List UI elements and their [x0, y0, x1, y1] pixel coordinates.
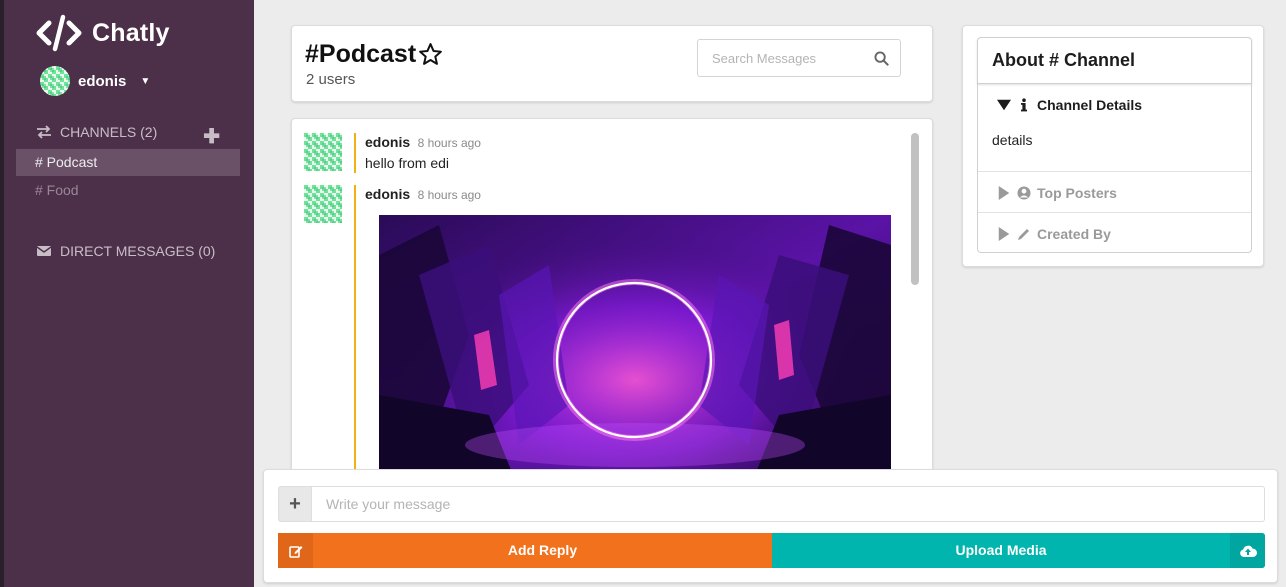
add-reply-label: Add Reply [507, 542, 578, 558]
channel-title: #Podcast [305, 40, 443, 69]
upload-media-label: Upload Media [955, 542, 1047, 558]
message-image[interactable] [379, 215, 891, 477]
avatar [304, 133, 342, 171]
channel-item-podcast[interactable]: # Podcast [16, 149, 240, 176]
message-accent-bar [354, 185, 356, 477]
channel-header: #Podcast 2 users [291, 25, 933, 102]
search-icon[interactable] [874, 51, 889, 66]
channel-title-text: #Podcast [305, 40, 417, 68]
add-channel-icon[interactable]: ✚ [203, 124, 220, 149]
sidebar: Chatly edonis ▼ CHANNELS (2) ✚ # Podcast… [4, 0, 254, 587]
channel-details-text: details [992, 132, 1033, 148]
message-meta: edonis 8 hours ago [365, 186, 481, 204]
accordion-created-by[interactable]: Created By [978, 225, 1251, 243]
add-attachment-button[interactable]: + [278, 486, 312, 522]
envelope-icon [36, 246, 52, 256]
brand: Chatly [36, 14, 170, 52]
user-circle-icon [1017, 186, 1031, 200]
caret-down-icon [997, 99, 1011, 111]
message-time: 8 hours ago [417, 136, 481, 150]
cloud-upload-icon [1230, 533, 1265, 568]
upload-media-button[interactable]: Upload Media [772, 533, 1265, 568]
scrollbar-thumb[interactable] [911, 133, 919, 285]
direct-messages-label: DIRECT MESSAGES (0) [60, 243, 216, 259]
edit-icon [278, 533, 313, 568]
channels-header: CHANNELS (2) [36, 124, 157, 140]
message-text: hello from edi [365, 155, 450, 171]
pencil-icon [1018, 229, 1029, 240]
channel-accordion: Channel Details details Top Posters Crea… [977, 84, 1252, 253]
avatar [304, 185, 342, 223]
divider [978, 212, 1251, 213]
plus-icon: + [289, 492, 301, 515]
direct-messages-header: DIRECT MESSAGES (0) [36, 243, 215, 259]
message-accent-bar [354, 133, 356, 173]
avatar [40, 66, 70, 96]
accordion-label: Top Posters [1037, 185, 1117, 201]
message-composer: + Add Reply Upload Media [263, 469, 1278, 583]
divider [978, 171, 1251, 172]
app-title: Chatly [92, 18, 170, 47]
caret-right-icon [998, 227, 1010, 241]
message-input[interactable] [312, 487, 1264, 521]
message-time: 8 hours ago [417, 188, 481, 202]
star-icon[interactable] [418, 42, 443, 67]
accordion-label: Channel Details [1037, 97, 1143, 113]
messages-panel: edonis 8 hours ago hello from edi edonis… [291, 118, 933, 478]
exchange-icon [37, 125, 51, 139]
channels-label: CHANNELS (2) [60, 124, 158, 140]
message-author[interactable]: edonis [365, 134, 410, 150]
add-reply-button[interactable]: Add Reply [278, 533, 772, 568]
accordion-top-posters[interactable]: Top Posters [978, 184, 1251, 202]
search-input[interactable] [698, 40, 858, 76]
accordion-channel-details[interactable]: Channel Details [978, 96, 1251, 114]
user-name: edonis [78, 72, 127, 90]
user-menu[interactable]: edonis ▼ [40, 66, 150, 96]
chevron-down-icon: ▼ [140, 75, 151, 87]
caret-right-icon [998, 186, 1010, 200]
message-meta: edonis 8 hours ago [365, 134, 481, 152]
channel-item-food[interactable]: # Food [16, 177, 240, 204]
code-icon [36, 14, 82, 52]
info-icon [1021, 98, 1027, 112]
channel-info-panel: About # Channel Channel Details details … [962, 25, 1264, 267]
about-channel-title: About # Channel [977, 37, 1252, 84]
search-box [697, 39, 901, 77]
users-count: 2 users [306, 71, 356, 88]
message-input-wrapper [312, 486, 1265, 522]
accordion-label: Created By [1037, 226, 1111, 242]
message-author[interactable]: edonis [365, 186, 410, 202]
